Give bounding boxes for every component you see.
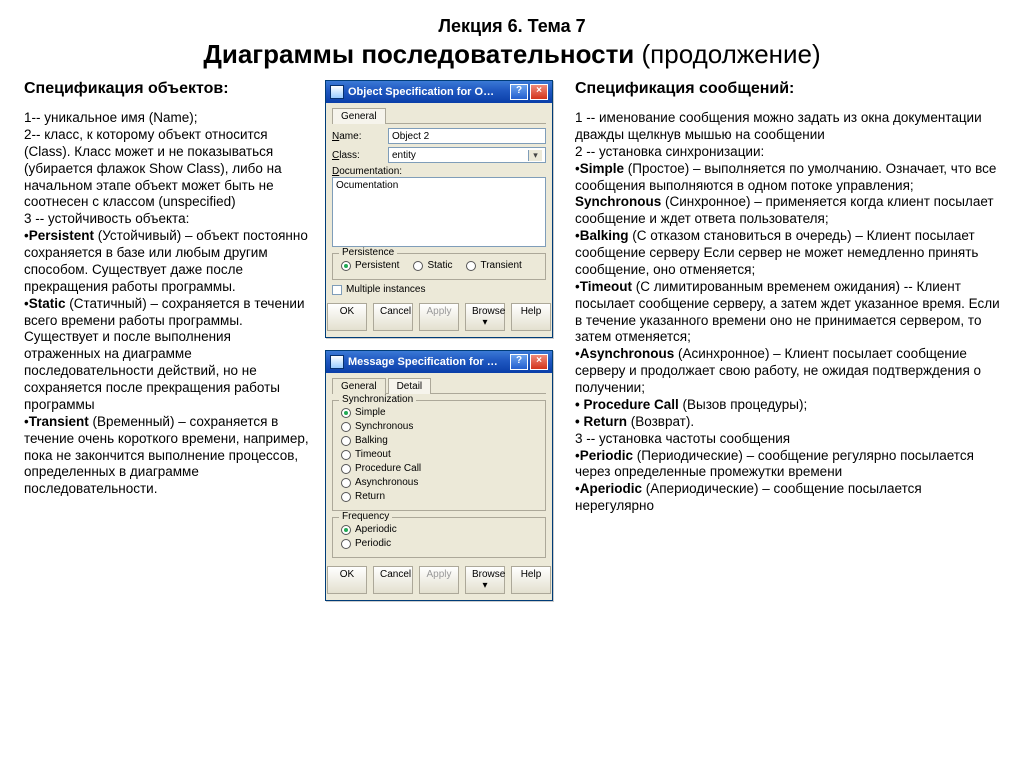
r-line-2: 2 -- установка синхронизации: <box>575 144 1000 161</box>
radio-synchronous[interactable]: Synchronous <box>341 421 537 432</box>
left-static: •Static (Статичный) – сохраняется в тече… <box>24 296 309 414</box>
r-simple: •Simple (Простое) – выполняется по умолч… <box>575 161 1000 195</box>
r-proc: • Procedure Call (Вызов процедуры); <box>575 397 1000 414</box>
lecture-subtitle: Лекция 6. Тема 7 <box>24 16 1000 37</box>
r-line-1: 1 -- именование сообщения можно задать и… <box>575 110 1000 144</box>
ok-button[interactable]: OK <box>327 303 367 331</box>
left-heading: Спецификация объектов: <box>24 80 309 98</box>
help-button[interactable]: Help <box>511 303 551 331</box>
tab-general-2[interactable]: General <box>332 378 386 394</box>
radio-transient[interactable]: Transient <box>466 260 521 271</box>
right-column: Спецификация сообщений: 1 -- именование … <box>569 80 1000 601</box>
r-synchronous: Synchronous (Синхронное) – применяется к… <box>575 194 1000 228</box>
page-title: Диаграммы последовательности (продолжени… <box>24 39 1000 70</box>
cancel-button-2[interactable]: Cancel <box>373 566 413 594</box>
radio-static[interactable]: Static <box>413 260 452 271</box>
r-periodic: •Periodic (Периодические) – сообщение ре… <box>575 448 1000 482</box>
object-spec-dialog: Object Specification for O… ? × General … <box>325 80 553 338</box>
tab-detail[interactable]: Detail <box>388 378 432 394</box>
dialog2-titlebar[interactable]: Message Specification for … ? × <box>326 351 552 373</box>
radio-asynchronous[interactable]: Asynchronous <box>341 477 537 488</box>
r-timeout: •Timeout (С лимитированным временем ожид… <box>575 279 1000 347</box>
r-return: • Return (Возврат). <box>575 414 1000 431</box>
radio-procedure-call[interactable]: Procedure Call <box>341 463 537 474</box>
radio-simple[interactable]: Simple <box>341 407 537 418</box>
r-line-3: 3 -- установка частоты сообщения <box>575 431 1000 448</box>
persistence-group: Persistence Persistent Static Transient <box>332 253 546 280</box>
name-input[interactable]: Object 2 <box>388 128 546 144</box>
r-async: •Asynchronous (Асинхронное) – Клиент пос… <box>575 346 1000 397</box>
radio-timeout[interactable]: Timeout <box>341 449 537 460</box>
dialog-icon <box>330 355 344 369</box>
documentation-textarea[interactable]: Ocumentation <box>332 177 546 247</box>
dialog-icon <box>330 85 344 99</box>
name-label: Name: <box>332 131 382 142</box>
frequency-group: Frequency Aperiodic Periodic <box>332 517 546 558</box>
r-aperiodic: •Aperiodic (Апериодические) – сообщение … <box>575 481 1000 515</box>
cancel-button[interactable]: Cancel <box>373 303 413 331</box>
left-line-1: 1-- уникальное имя (Name); <box>24 110 309 127</box>
radio-persistent[interactable]: Persistent <box>341 260 399 271</box>
close-icon[interactable]: × <box>530 84 548 100</box>
left-line-2: 2-- класс, к которому объект относится (… <box>24 127 309 211</box>
class-label: Class: <box>332 150 382 161</box>
left-persistent: •Persistent (Устойчивый) – объект постоя… <box>24 228 309 296</box>
class-select[interactable]: entity▾ <box>388 147 546 163</box>
help-button-2[interactable]: Help <box>511 566 551 594</box>
dialog2-title: Message Specification for … <box>348 356 510 368</box>
chevron-down-icon[interactable]: ▾ <box>528 150 542 161</box>
radio-aperiodic[interactable]: Aperiodic <box>341 524 537 535</box>
tab-general[interactable]: General <box>332 108 386 124</box>
dialog1-titlebar[interactable]: Object Specification for O… ? × <box>326 81 552 103</box>
help-icon[interactable]: ? <box>510 354 528 370</box>
radio-periodic[interactable]: Periodic <box>341 538 537 549</box>
multiple-instances-checkbox[interactable]: Multiple instances <box>332 284 546 295</box>
left-transient: •Transient (Временный) – сохраняется в т… <box>24 414 309 498</box>
synchronization-group: Synchronization Simple Synchronous Balki… <box>332 400 546 511</box>
right-heading: Спецификация сообщений: <box>575 80 1000 98</box>
radio-balking[interactable]: Balking <box>341 435 537 446</box>
ok-button-2[interactable]: OK <box>327 566 367 594</box>
browse-button-2[interactable]: Browse ▾ <box>465 566 505 594</box>
message-spec-dialog: Message Specification for … ? × General … <box>325 350 553 601</box>
browse-button[interactable]: Browse ▾ <box>465 303 505 331</box>
left-column: Спецификация объектов: 1-- уникальное им… <box>24 80 309 601</box>
r-balking: •Balking (С отказом становиться в очеред… <box>575 228 1000 279</box>
dialog1-title: Object Specification for O… <box>348 86 510 98</box>
radio-return[interactable]: Return <box>341 491 537 502</box>
apply-button[interactable]: Apply <box>419 303 459 331</box>
doc-label: Documentation: <box>332 166 546 177</box>
left-line-3: 3 -- устойчивость объекта: <box>24 211 309 228</box>
help-icon[interactable]: ? <box>510 84 528 100</box>
apply-button-2[interactable]: Apply <box>419 566 459 594</box>
close-icon[interactable]: × <box>530 354 548 370</box>
